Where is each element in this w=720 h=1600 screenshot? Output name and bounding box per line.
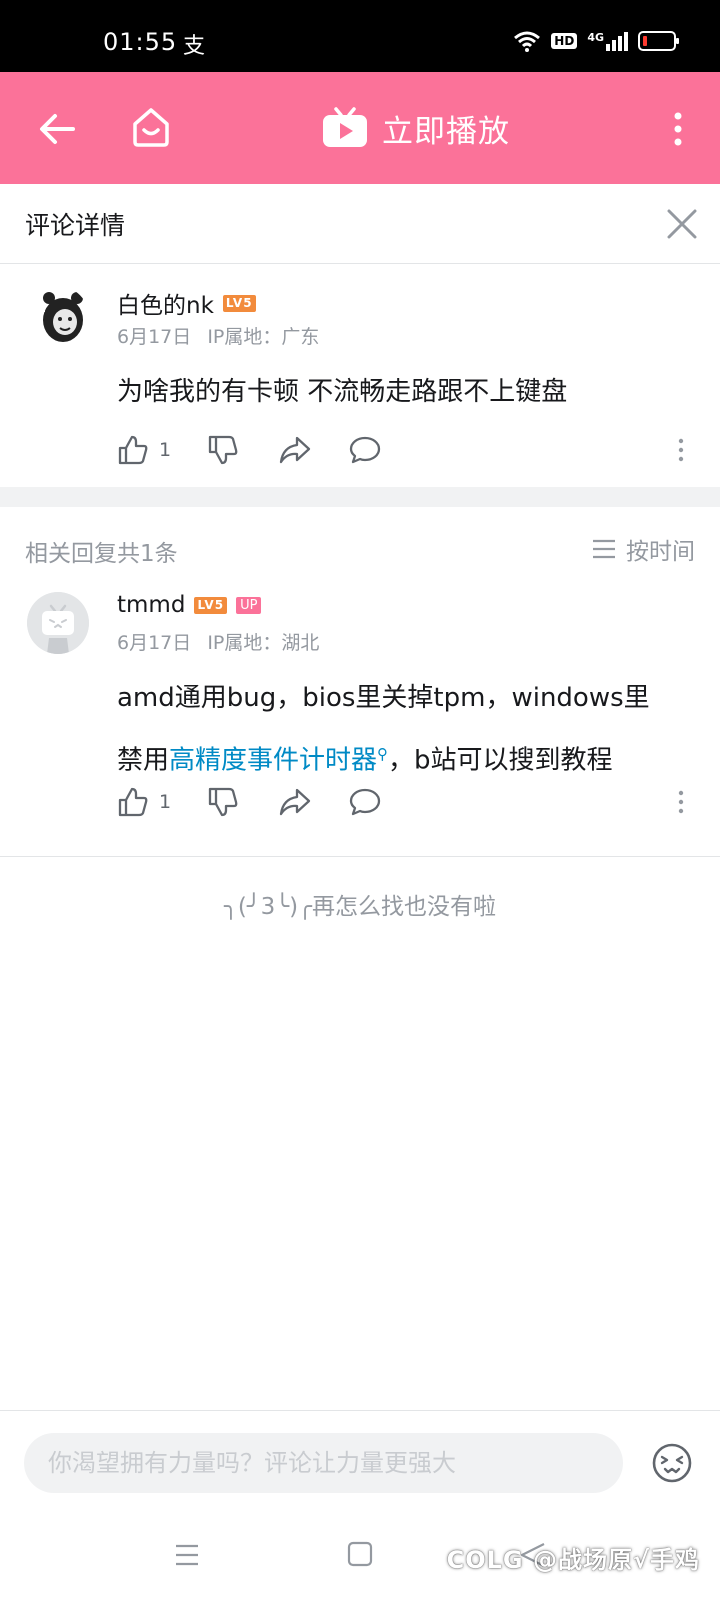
emoji-face-icon [652, 1443, 692, 1483]
share-icon [279, 788, 311, 816]
share-icon [279, 436, 311, 464]
ip-location: IP属地：湖北 [207, 632, 320, 654]
comment-detail-header: 评论详情 [0, 184, 720, 264]
comment-meta: 6月17日 IP属地：湖北 [117, 628, 319, 655]
avatar[interactable] [27, 592, 89, 654]
play-now-button[interactable]: 立即播放 [322, 100, 510, 156]
like-button[interactable]: 1 [117, 780, 207, 824]
status-time: 01:55 [103, 28, 178, 56]
reply-text-prefix: 禁用 [117, 745, 170, 776]
wifi-icon [514, 31, 541, 52]
default-tv-avatar-icon [27, 592, 89, 654]
username-row: tmmd LV5 UP [117, 592, 262, 618]
back-button[interactable] [32, 104, 82, 154]
emoji-button[interactable] [650, 1441, 694, 1485]
replies-header: 相关回复共1条 按时间 [0, 530, 720, 570]
recent-apps-icon[interactable] [172, 1540, 202, 1570]
dislike-button[interactable] [207, 780, 279, 824]
sort-button[interactable]: 按时间 [592, 532, 695, 566]
status-indicators: HD 4G [513, 30, 679, 52]
avatar[interactable] [27, 286, 89, 348]
more-vertical-icon [678, 438, 684, 462]
speech-bubble-icon [349, 788, 381, 816]
up-badge: UP [236, 596, 262, 614]
sort-lines-icon [593, 539, 615, 559]
like-button[interactable]: 1 [117, 428, 207, 472]
battery-icon [638, 31, 679, 51]
comment-date: 6月17日 [117, 326, 192, 348]
dislike-button[interactable] [207, 428, 279, 472]
thumbs-down-icon [208, 435, 238, 465]
close-icon [667, 209, 697, 239]
message-notification-icon: 支 [183, 34, 206, 59]
username-row: 白色的nk LV5 [117, 286, 256, 320]
search-keyword-link[interactable]: 高精度事件计时器 [169, 746, 377, 776]
thumbs-down-icon [208, 787, 238, 817]
comment-input[interactable] [24, 1433, 623, 1493]
like-count: 1 [159, 791, 172, 813]
comment-actions: 1 [117, 780, 691, 824]
username[interactable]: 白色的nk [117, 286, 214, 320]
status-bar: 01:55 支 HD 4G [0, 0, 720, 72]
like-count: 1 [159, 439, 172, 461]
more-vertical-icon [674, 112, 682, 146]
speech-bubble-icon [349, 436, 381, 464]
arrow-left-icon [40, 114, 75, 144]
username[interactable]: tmmd [117, 592, 185, 618]
section-divider [0, 487, 720, 507]
more-vertical-icon [678, 790, 684, 814]
comment-meta: 6月17日 IP属地：广东 [117, 322, 319, 349]
reply-button[interactable] [349, 428, 419, 472]
hd-voice-icon: HD [551, 33, 578, 49]
watermark: COLG @战场原√手鸡 [446, 1546, 700, 1574]
home-icon [133, 108, 169, 147]
reply-item: tmmd LV5 UP 6月17日 IP属地：湖北 amd通用bug，bios里… [0, 590, 720, 850]
reply-text-line: amd通用bug，bios里关掉tpm，windows里 [117, 683, 650, 713]
tv-play-icon [323, 107, 367, 147]
more-options-button[interactable] [668, 104, 688, 154]
play-now-label: 立即播放 [382, 113, 510, 150]
close-button[interactable] [658, 200, 706, 248]
end-of-list-hint: ╮(╯3╰)╭再怎么找也没有啦 [224, 894, 496, 920]
network-type-label: 4G [587, 31, 604, 44]
reply-divider [0, 856, 720, 857]
search-icon: ⚲ [377, 745, 389, 763]
sheet-title: 评论详情 [25, 211, 126, 240]
level-badge: LV5 [194, 596, 228, 614]
thumbs-up-icon [118, 435, 148, 465]
main-comment: 白色的nk LV5 6月17日 IP属地：广东 为啥我的有卡顿 不流畅走路跟不上… [0, 264, 720, 486]
comment-more-button[interactable] [671, 780, 691, 824]
signal-icon: 4G [587, 31, 628, 51]
level-badge: LV5 [222, 294, 256, 312]
reply-text-suffix: ，b站可以搜到教程 [388, 745, 613, 776]
replies-count: 相关回复共1条 [25, 541, 178, 567]
ip-location: IP属地：广东 [207, 326, 320, 348]
comment-text: 为啥我的有卡顿 不流畅走路跟不上键盘 [117, 377, 568, 407]
comment-date: 6月17日 [117, 632, 192, 654]
share-button[interactable] [279, 428, 349, 472]
reply-button[interactable] [349, 780, 419, 824]
comment-more-button[interactable] [671, 428, 691, 472]
video-top-bar: 立即播放 [0, 72, 720, 184]
panda-meme-avatar-icon [27, 286, 89, 348]
thumbs-up-icon [118, 787, 148, 817]
comment-input-bar [0, 1410, 720, 1510]
sort-label: 按时间 [626, 539, 695, 565]
reply-text: amd通用bug，bios里关掉tpm，windows里 禁用高精度事件计时器⚲… [117, 670, 697, 789]
home-square-icon[interactable] [347, 1540, 373, 1568]
home-button[interactable] [126, 102, 176, 152]
comment-actions: 1 [117, 428, 691, 472]
system-navigation-bar: COLG @战场原√手鸡 [0, 1510, 720, 1600]
share-button[interactable] [279, 780, 349, 824]
